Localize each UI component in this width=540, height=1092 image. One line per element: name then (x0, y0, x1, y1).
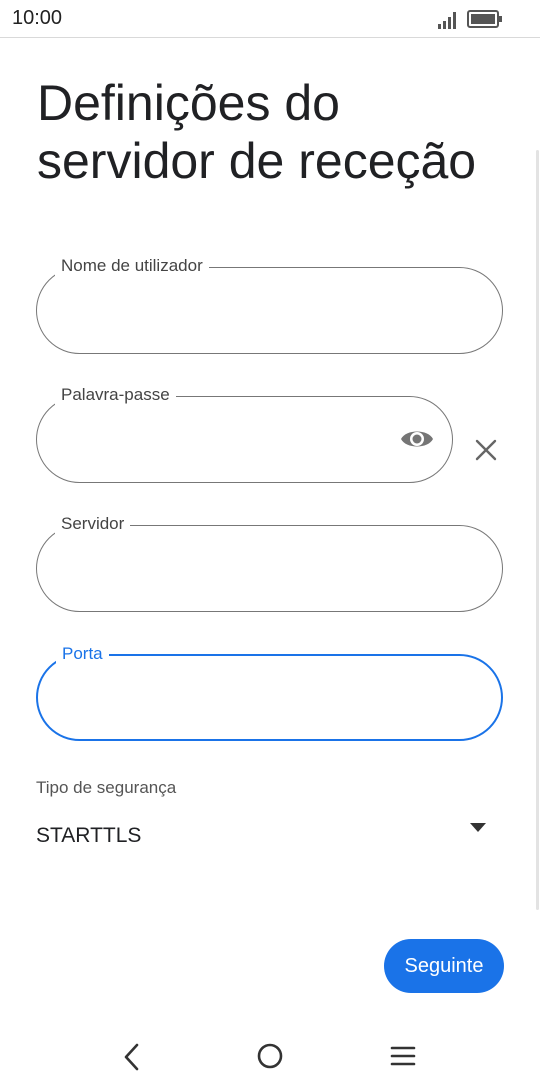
back-icon[interactable] (120, 1042, 144, 1072)
eye-icon[interactable] (400, 425, 434, 453)
next-button[interactable]: Seguinte (384, 939, 504, 993)
password-label: Palavra-passe (55, 384, 176, 406)
port-input[interactable] (62, 682, 477, 716)
navigation-bar (0, 1020, 540, 1092)
scrollbar[interactable] (536, 150, 539, 910)
screen: 10:00 Definições do servidor de receção … (0, 0, 540, 1092)
signal-icon (438, 12, 456, 29)
status-time: 10:00 (12, 7, 63, 29)
username-input[interactable] (61, 294, 478, 328)
home-icon[interactable] (256, 1042, 284, 1070)
battery-icon (467, 10, 502, 28)
security-type-dropdown[interactable]: STARTTLS (36, 812, 503, 860)
password-field[interactable]: Palavra-passe (36, 384, 453, 483)
status-bar: 10:00 (0, 0, 540, 38)
server-label: Servidor (55, 513, 131, 535)
username-label: Nome de utilizador (55, 255, 209, 277)
clear-icon[interactable] (474, 438, 498, 462)
dropdown-arrow-icon (470, 823, 486, 832)
server-field[interactable]: Servidor (36, 513, 503, 612)
port-label: Porta (56, 643, 109, 665)
port-field[interactable]: Porta (36, 643, 503, 741)
security-type-label: Tipo de segurança (36, 778, 177, 797)
password-input[interactable] (61, 423, 388, 457)
menu-icon[interactable] (390, 1045, 416, 1067)
server-input[interactable] (61, 552, 478, 586)
security-type-value: STARTTLS (36, 824, 142, 847)
username-field[interactable]: Nome de utilizador (36, 255, 503, 354)
page-title: Definições do servidor de receção (37, 75, 477, 189)
